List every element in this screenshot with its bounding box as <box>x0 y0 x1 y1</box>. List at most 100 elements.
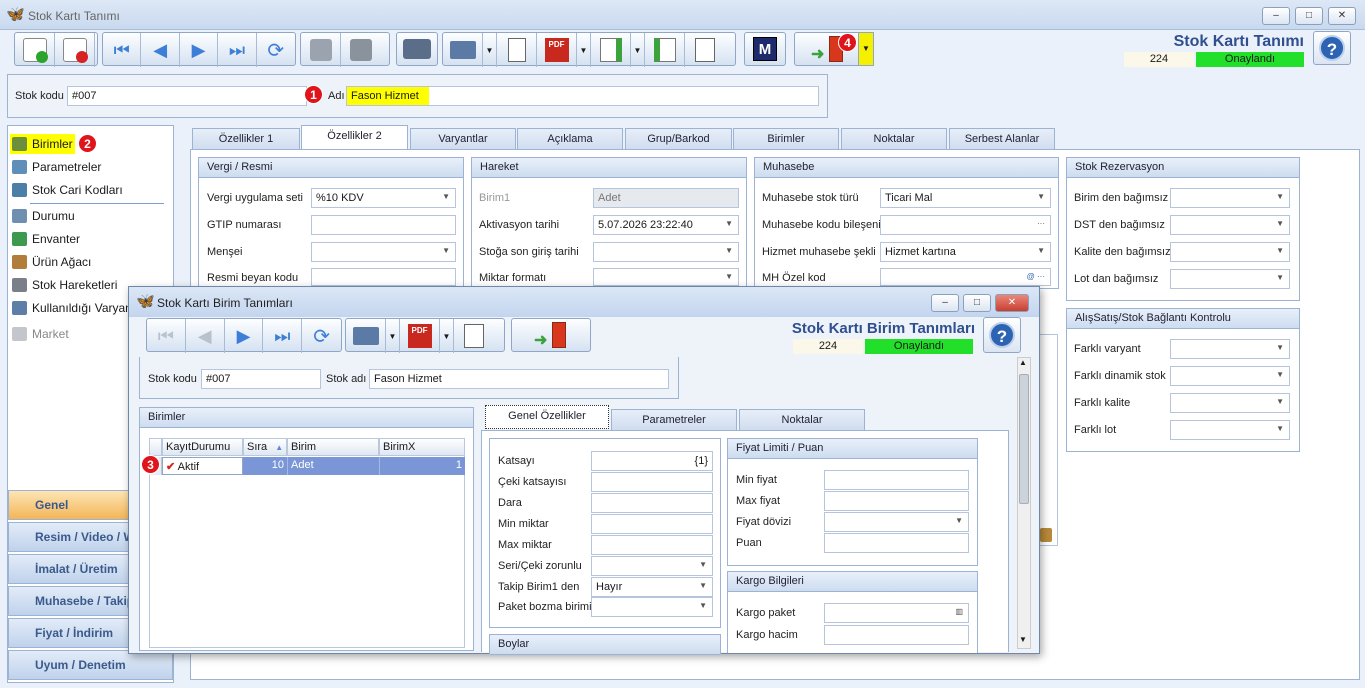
muhasebe-stok-turu-select[interactable]: Ticari Mal ▼ <box>880 188 1051 208</box>
dialog-print-button[interactable] <box>346 319 386 353</box>
nav-item-market[interactable]: Market <box>10 324 69 344</box>
fiyat-dovizi-select[interactable]: ▼ <box>824 512 969 532</box>
attach-button[interactable] <box>497 33 537 67</box>
kalite-bagimsiz-select[interactable]: ▼ <box>1170 242 1290 262</box>
max-miktar-input[interactable] <box>591 535 713 555</box>
min-fiyat-input[interactable] <box>824 470 969 490</box>
lot-bagimsiz-select[interactable]: ▼ <box>1170 269 1290 289</box>
aktivasyon-tarihi-select[interactable]: 5.07.2026 23:22:40 ▼ <box>593 215 739 235</box>
dialog-refresh-button[interactable]: ⟳ <box>302 319 341 353</box>
puan-input[interactable] <box>824 533 969 553</box>
tab-grup-barkod[interactable]: Grup/Barkod <box>625 128 732 150</box>
nav-item-envanter[interactable]: Envanter <box>10 229 80 249</box>
minimize-button[interactable]: – <box>1262 7 1290 25</box>
kargo-hacim-input[interactable] <box>824 625 969 645</box>
column-header-birim[interactable]: Birim <box>287 438 379 456</box>
next-record-button[interactable]: ▶ <box>180 33 219 67</box>
cancel-save-button[interactable] <box>341 33 381 67</box>
export-button[interactable] <box>591 33 631 67</box>
stock-code-input[interactable]: #007 <box>67 86 307 106</box>
mh-ozel-kod-input[interactable]: @ ··· <box>880 268 1051 286</box>
table-row[interactable]: ✔ Aktif 10 Adet 1 <box>149 457 465 475</box>
son-giris-tarihi-select[interactable]: ▼ <box>593 242 739 262</box>
dialog-close-button[interactable]: ✕ <box>995 294 1029 312</box>
nav-item-stok-hareketleri[interactable]: Stok Hareketleri <box>10 275 117 295</box>
pdf-export-button[interactable]: PDF <box>537 33 577 67</box>
dialog-next-button[interactable]: ▶ <box>225 319 264 353</box>
dialog-prev-button[interactable]: ◀ <box>186 319 225 353</box>
tab-birimler[interactable]: Birimler <box>733 128 839 150</box>
tab-ozellikler-2[interactable]: Özellikler 2 <box>301 125 408 150</box>
muhasebe-kodu-input[interactable]: ··· <box>880 215 1051 235</box>
tab-aciklama[interactable]: Açıklama <box>517 128 623 150</box>
dialog-print-dropdown[interactable]: ▼ <box>386 319 400 353</box>
gtip-input[interactable] <box>311 215 456 235</box>
dialog-name-input[interactable]: Fason Hizmet <box>369 369 669 389</box>
dialog-tools-button[interactable] <box>454 319 494 353</box>
group-uyum-denetim[interactable]: Uyum / Denetim <box>8 650 173 680</box>
nav-item-parametreler[interactable]: Parametreler <box>10 157 101 177</box>
scroll-up-icon[interactable]: ▲ <box>1019 358 1027 367</box>
export-dropdown[interactable]: ▼ <box>631 33 645 67</box>
dialog-tab-genel-ozellikler[interactable]: Genel Özellikler <box>485 405 609 429</box>
cell-sira[interactable]: 10 <box>243 457 287 475</box>
dst-bagimsiz-select[interactable]: ▼ <box>1170 215 1290 235</box>
paket-bozma-select[interactable]: ▼ <box>591 597 713 617</box>
first-record-button[interactable]: ⏮ <box>103 33 142 67</box>
dialog-pdf-dropdown[interactable]: ▼ <box>440 319 454 353</box>
hizmet-muhasebe-select[interactable]: Hizmet kartına ▼ <box>880 242 1051 262</box>
tab-noktalar[interactable]: Noktalar <box>841 128 947 150</box>
dialog-exit-button[interactable]: ➜ <box>511 318 591 352</box>
vergi-seti-select[interactable]: %10 KDV ▼ <box>311 188 456 208</box>
dialog-first-button[interactable]: ⏮ <box>147 319 186 353</box>
kargo-paket-input[interactable]: ▥ <box>824 603 969 623</box>
last-record-button[interactable]: ⏭ <box>218 33 257 67</box>
nav-item-birimler[interactable]: Birimler <box>10 134 75 154</box>
exit-dropdown[interactable]: ▼ <box>858 32 874 66</box>
farkli-varyant-select[interactable]: ▼ <box>1170 339 1290 359</box>
close-button[interactable]: ✕ <box>1328 7 1356 25</box>
tab-varyantlar[interactable]: Varyantlar <box>410 128 516 150</box>
print-dropdown[interactable]: ▼ <box>483 33 497 67</box>
tab-serbest-alanlar[interactable]: Serbest Alanlar <box>949 128 1055 150</box>
maximize-button[interactable]: □ <box>1295 7 1323 25</box>
dialog-pdf-button[interactable]: PDF <box>400 319 440 353</box>
nav-item-stok-cari-kodlari[interactable]: Stok Cari Kodları <box>10 180 123 200</box>
tools-button[interactable] <box>685 33 725 67</box>
max-fiyat-input[interactable] <box>824 491 969 511</box>
new-record-button[interactable] <box>15 33 55 67</box>
ceki-katsayisi-input[interactable] <box>591 472 713 492</box>
tab-ozellikler-1[interactable]: Özellikler 1 <box>192 128 300 150</box>
column-header-birimx[interactable]: BirimX <box>379 438 465 456</box>
cell-kayitdurumu[interactable]: ✔ Aktif <box>162 457 243 475</box>
stock-name-input[interactable]: Fason Hizmet <box>346 86 819 106</box>
miktar-formati-select[interactable]: ▼ <box>593 268 739 286</box>
nav-item-durumu[interactable]: Durumu <box>10 206 75 226</box>
dialog-scrollbar[interactable]: ▲ ▼ <box>1017 357 1031 649</box>
seri-ceki-select[interactable]: ▼ <box>591 556 713 576</box>
save-button[interactable] <box>301 33 341 67</box>
birim-bagimsiz-select[interactable]: ▼ <box>1170 188 1290 208</box>
pdf-dropdown[interactable]: ▼ <box>577 33 591 67</box>
print-button[interactable] <box>443 33 483 67</box>
preview-button[interactable] <box>396 32 438 66</box>
scroll-down-icon[interactable]: ▼ <box>1019 635 1027 644</box>
cell-birim[interactable]: Adet <box>287 457 379 475</box>
cell-birimx[interactable]: 1 <box>379 457 465 475</box>
farkli-kalite-select[interactable]: ▼ <box>1170 393 1290 413</box>
farkli-dinamik-stok-select[interactable]: ▼ <box>1170 366 1290 386</box>
help-button[interactable]: ? <box>1313 31 1351 65</box>
prev-record-button[interactable]: ◀ <box>141 33 180 67</box>
katsayi-input[interactable]: {1} <box>591 451 713 471</box>
delete-record-button[interactable] <box>55 33 95 67</box>
column-header-kayitdurumu[interactable]: KayıtDurumu <box>162 438 243 456</box>
dialog-last-button[interactable]: ⏭ <box>263 319 303 353</box>
import-button[interactable] <box>645 33 685 67</box>
column-header-sira[interactable]: Sıra ▲ <box>243 438 287 456</box>
scroll-thumb[interactable] <box>1019 374 1029 504</box>
takip-birim1-select[interactable]: Hayır ▼ <box>591 577 713 597</box>
resmi-beyan-input[interactable] <box>311 268 456 286</box>
dialog-minimize-button[interactable]: – <box>931 294 959 312</box>
dialog-maximize-button[interactable]: □ <box>963 294 991 312</box>
dara-input[interactable] <box>591 493 713 513</box>
